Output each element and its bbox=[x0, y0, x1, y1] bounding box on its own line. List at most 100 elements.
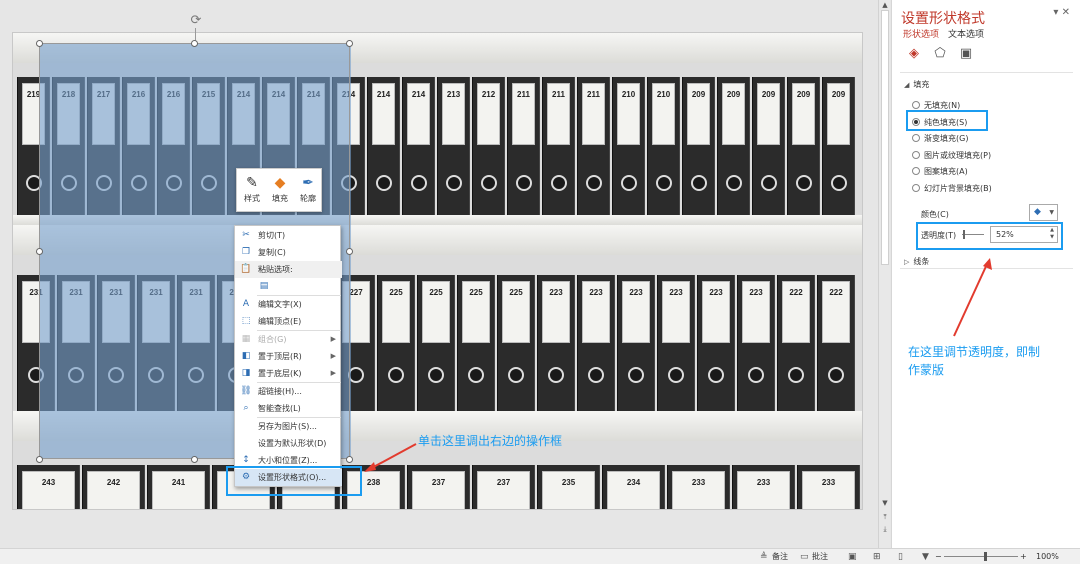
binder-label: 233 bbox=[802, 471, 855, 509]
resize-handle[interactable] bbox=[36, 40, 43, 47]
menu-item-hyperlink[interactable]: ⛓ 超链接(H)... bbox=[235, 383, 342, 400]
resize-handle[interactable] bbox=[36, 248, 43, 255]
menu-label: 设置为默认形状(D) bbox=[258, 439, 327, 448]
binder-ring-icon bbox=[830, 175, 847, 191]
zoom-slider-knob[interactable] bbox=[984, 552, 987, 561]
next-slide-icon[interactable]: ⤓ bbox=[879, 524, 891, 534]
zoom-slider[interactable] bbox=[944, 556, 1018, 557]
group-icon: ▦ bbox=[241, 334, 251, 344]
vertical-scrollbar[interactable]: ▲ ▼ ⤒ ⤓ bbox=[878, 0, 890, 548]
prev-slide-icon[interactable]: ⤒ bbox=[879, 512, 891, 522]
binder-label: 225 bbox=[462, 281, 490, 343]
binder-number: 212 bbox=[481, 90, 496, 99]
radio-circle-icon[interactable] bbox=[912, 101, 920, 109]
menu-label: 置于底层(K) bbox=[258, 369, 302, 378]
binder: 225 bbox=[497, 275, 535, 411]
notes-button[interactable]: 备注 bbox=[772, 550, 788, 564]
binder-label: 210 bbox=[652, 83, 675, 145]
menu-item-smart-lookup[interactable]: ⌕ 智能查找(L) bbox=[235, 400, 342, 417]
zoom-in-button[interactable]: + bbox=[1020, 550, 1027, 564]
resize-handle[interactable] bbox=[191, 456, 198, 463]
menu-label: 粘贴选项: bbox=[258, 265, 293, 274]
menu-item-group[interactable]: ▦ 组合(G) ▶ bbox=[235, 331, 342, 348]
tab-shape-options[interactable]: 形状选项 bbox=[903, 27, 939, 40]
send-back-icon: ◨ bbox=[241, 368, 251, 378]
binder-number: 211 bbox=[587, 90, 600, 99]
style-button[interactable]: ✎ 样式 bbox=[239, 173, 265, 204]
color-picker-button[interactable]: ◆ ▼ bbox=[1029, 204, 1058, 221]
binder: 223 bbox=[697, 275, 735, 411]
line-section-header[interactable]: ▷ 线条 bbox=[904, 256, 929, 267]
menu-label: 智能查找(L) bbox=[258, 404, 301, 413]
zoom-out-button[interactable]: − bbox=[935, 550, 942, 564]
menu-item-send-to-back[interactable]: ◨ 置于底层(K) ▶ bbox=[235, 365, 342, 382]
binder: 233 bbox=[797, 465, 860, 509]
size-properties-icon[interactable]: ▣ bbox=[956, 44, 976, 64]
fill-option-label: 渐变填充(G) bbox=[924, 134, 969, 143]
binder-label: 225 bbox=[422, 281, 450, 343]
tab-text-options[interactable]: 文本选项 bbox=[948, 27, 984, 40]
binder: 223 bbox=[537, 275, 575, 411]
binder: 225 bbox=[457, 275, 495, 411]
notes-icon: ≜ bbox=[760, 552, 768, 562]
binder-label: 225 bbox=[382, 281, 410, 343]
fill-button[interactable]: ◆ 填充 bbox=[267, 173, 293, 204]
binder-number: 222 bbox=[829, 288, 843, 297]
fill-option-radio[interactable]: 图案填充(A) bbox=[912, 166, 968, 177]
fill-option-label: 图案填充(A) bbox=[924, 167, 968, 176]
binder-label: 223 bbox=[582, 281, 610, 343]
fill-section-header[interactable]: ◢ 填充 bbox=[904, 79, 929, 90]
menu-item-edit-text[interactable]: A 编辑文字(X) bbox=[235, 296, 342, 313]
menu-item-save-as-picture[interactable]: 另存为图片(S)... bbox=[235, 418, 342, 435]
paste-option-slot[interactable]: ▤ bbox=[235, 278, 342, 294]
menu-item-bring-to-front[interactable]: ◧ 置于顶层(R) ▶ bbox=[235, 348, 342, 365]
binder-number: 209 bbox=[831, 90, 846, 99]
menu-item-cut[interactable]: ✂ 剪切(T) bbox=[235, 227, 342, 244]
binder-label: 209 bbox=[722, 83, 745, 145]
effects-pentagon-icon[interactable]: ⬠ bbox=[930, 44, 950, 64]
pane-options-icon[interactable]: ▾ ✕ bbox=[1053, 7, 1070, 18]
outline-button[interactable]: ✒ 轮廓 bbox=[295, 173, 321, 204]
binder-label: 222 bbox=[822, 281, 850, 343]
binder-ring-icon bbox=[708, 367, 724, 383]
rotate-handle-icon[interactable]: ⟳ bbox=[189, 14, 203, 28]
annotation-arrow bbox=[953, 258, 992, 337]
menu-item-set-default-shape[interactable]: 设置为默认形状(D) bbox=[235, 435, 342, 452]
radio-circle-icon[interactable] bbox=[912, 150, 920, 159]
reading-view-icon[interactable]: ▯ bbox=[898, 550, 903, 564]
binder: 209 bbox=[752, 77, 785, 215]
resize-handle[interactable] bbox=[191, 40, 198, 47]
binder-number: 233 bbox=[756, 478, 771, 487]
scroll-down-icon[interactable]: ▼ bbox=[879, 498, 891, 508]
menu-item-edit-points[interactable]: ⬚ 编辑顶点(E) bbox=[235, 313, 342, 330]
comments-button[interactable]: 批注 bbox=[812, 550, 828, 564]
scroll-up-icon[interactable]: ▲ bbox=[879, 0, 891, 10]
binder-number: 223 bbox=[629, 288, 643, 297]
fill-line-icon[interactable]: ◈ bbox=[904, 44, 924, 64]
zoom-level[interactable]: 100% bbox=[1036, 550, 1059, 564]
binder-number: 214 bbox=[376, 90, 391, 99]
binder-number: 210 bbox=[656, 90, 671, 99]
radio-circle-icon[interactable] bbox=[912, 167, 920, 175]
normal-view-icon[interactable]: ▣ bbox=[848, 550, 857, 564]
fill-option-radio[interactable]: 幻灯片背景填充(B) bbox=[912, 183, 992, 194]
menu-label: 复制(C) bbox=[258, 248, 286, 257]
radio-circle-icon[interactable] bbox=[912, 183, 920, 192]
slideshow-icon[interactable]: ▼ bbox=[922, 550, 929, 564]
binder-label: 223 bbox=[702, 281, 730, 343]
scroll-thumb[interactable] bbox=[881, 10, 889, 265]
resize-handle[interactable] bbox=[346, 40, 353, 47]
menu-item-copy[interactable]: ❐ 复制(C) bbox=[235, 244, 342, 261]
binder: 214 bbox=[367, 77, 400, 215]
resize-handle[interactable] bbox=[346, 248, 353, 255]
radio-circle-icon[interactable] bbox=[912, 134, 920, 142]
paint-bucket-icon: ◆ bbox=[274, 175, 286, 191]
resize-handle[interactable] bbox=[346, 456, 353, 463]
slide-sorter-icon[interactable]: ⊞ bbox=[873, 550, 881, 564]
binder-number: 234 bbox=[626, 478, 641, 487]
binder-number: 209 bbox=[761, 90, 776, 99]
fill-option-radio[interactable]: 渐变填充(G) bbox=[912, 133, 968, 144]
fill-option-radio[interactable]: 图片或纹理填充(P) bbox=[912, 150, 991, 161]
resize-handle[interactable] bbox=[36, 456, 43, 463]
link-icon: ⛓ bbox=[240, 386, 252, 396]
